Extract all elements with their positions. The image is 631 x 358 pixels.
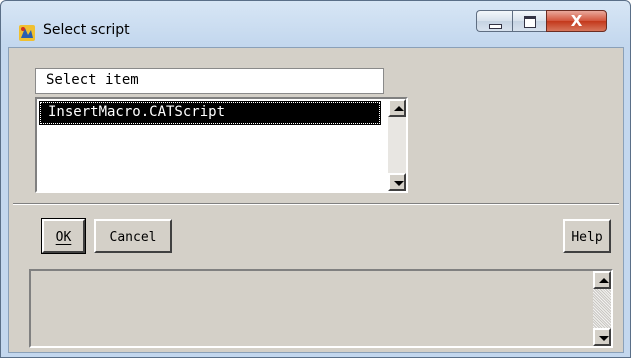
ok-button[interactable]: OK (41, 218, 86, 254)
message-scroll-down-button[interactable] (593, 328, 611, 346)
app-icon (19, 25, 35, 41)
list-item-label: InsertMacro.CATScript (48, 104, 226, 120)
scroll-down-button[interactable] (388, 173, 406, 191)
maximize-icon (524, 16, 536, 28)
arrow-down-icon (599, 336, 609, 341)
dialog-window: Select script X Select item InsertMacro.… (0, 0, 631, 358)
cancel-button[interactable]: Cancel (94, 219, 172, 253)
separator (13, 203, 619, 205)
help-button[interactable]: Help (563, 219, 611, 253)
arrow-up-icon (599, 278, 609, 283)
dialog-client-area: Select item InsertMacro.CATScript OK Can… (8, 47, 624, 353)
list-item-selected[interactable]: InsertMacro.CATScript (39, 101, 381, 125)
title-bar[interactable]: Select script X (1, 1, 630, 47)
select-item-label: Select item (46, 72, 139, 88)
maximize-button[interactable] (512, 10, 546, 32)
message-scrollbar[interactable] (593, 271, 611, 346)
minimize-icon (489, 24, 502, 29)
select-item-field: Select item (35, 68, 384, 94)
close-icon: X (570, 12, 583, 30)
caption-buttons: X (476, 10, 607, 34)
scroll-track[interactable] (593, 289, 611, 328)
help-button-label: Help (571, 230, 603, 245)
cancel-button-label: Cancel (109, 230, 157, 245)
message-area[interactable] (29, 269, 613, 348)
ok-button-label: OK (55, 230, 72, 245)
arrow-down-icon (394, 181, 404, 186)
script-listbox[interactable]: InsertMacro.CATScript (35, 97, 408, 193)
arrow-up-icon (394, 106, 404, 111)
close-button[interactable]: X (546, 10, 607, 32)
scroll-up-button[interactable] (388, 99, 406, 117)
minimize-button[interactable] (476, 10, 512, 32)
list-scrollbar[interactable] (388, 99, 406, 191)
message-scroll-up-button[interactable] (593, 271, 611, 289)
window-title: Select script (43, 22, 130, 38)
